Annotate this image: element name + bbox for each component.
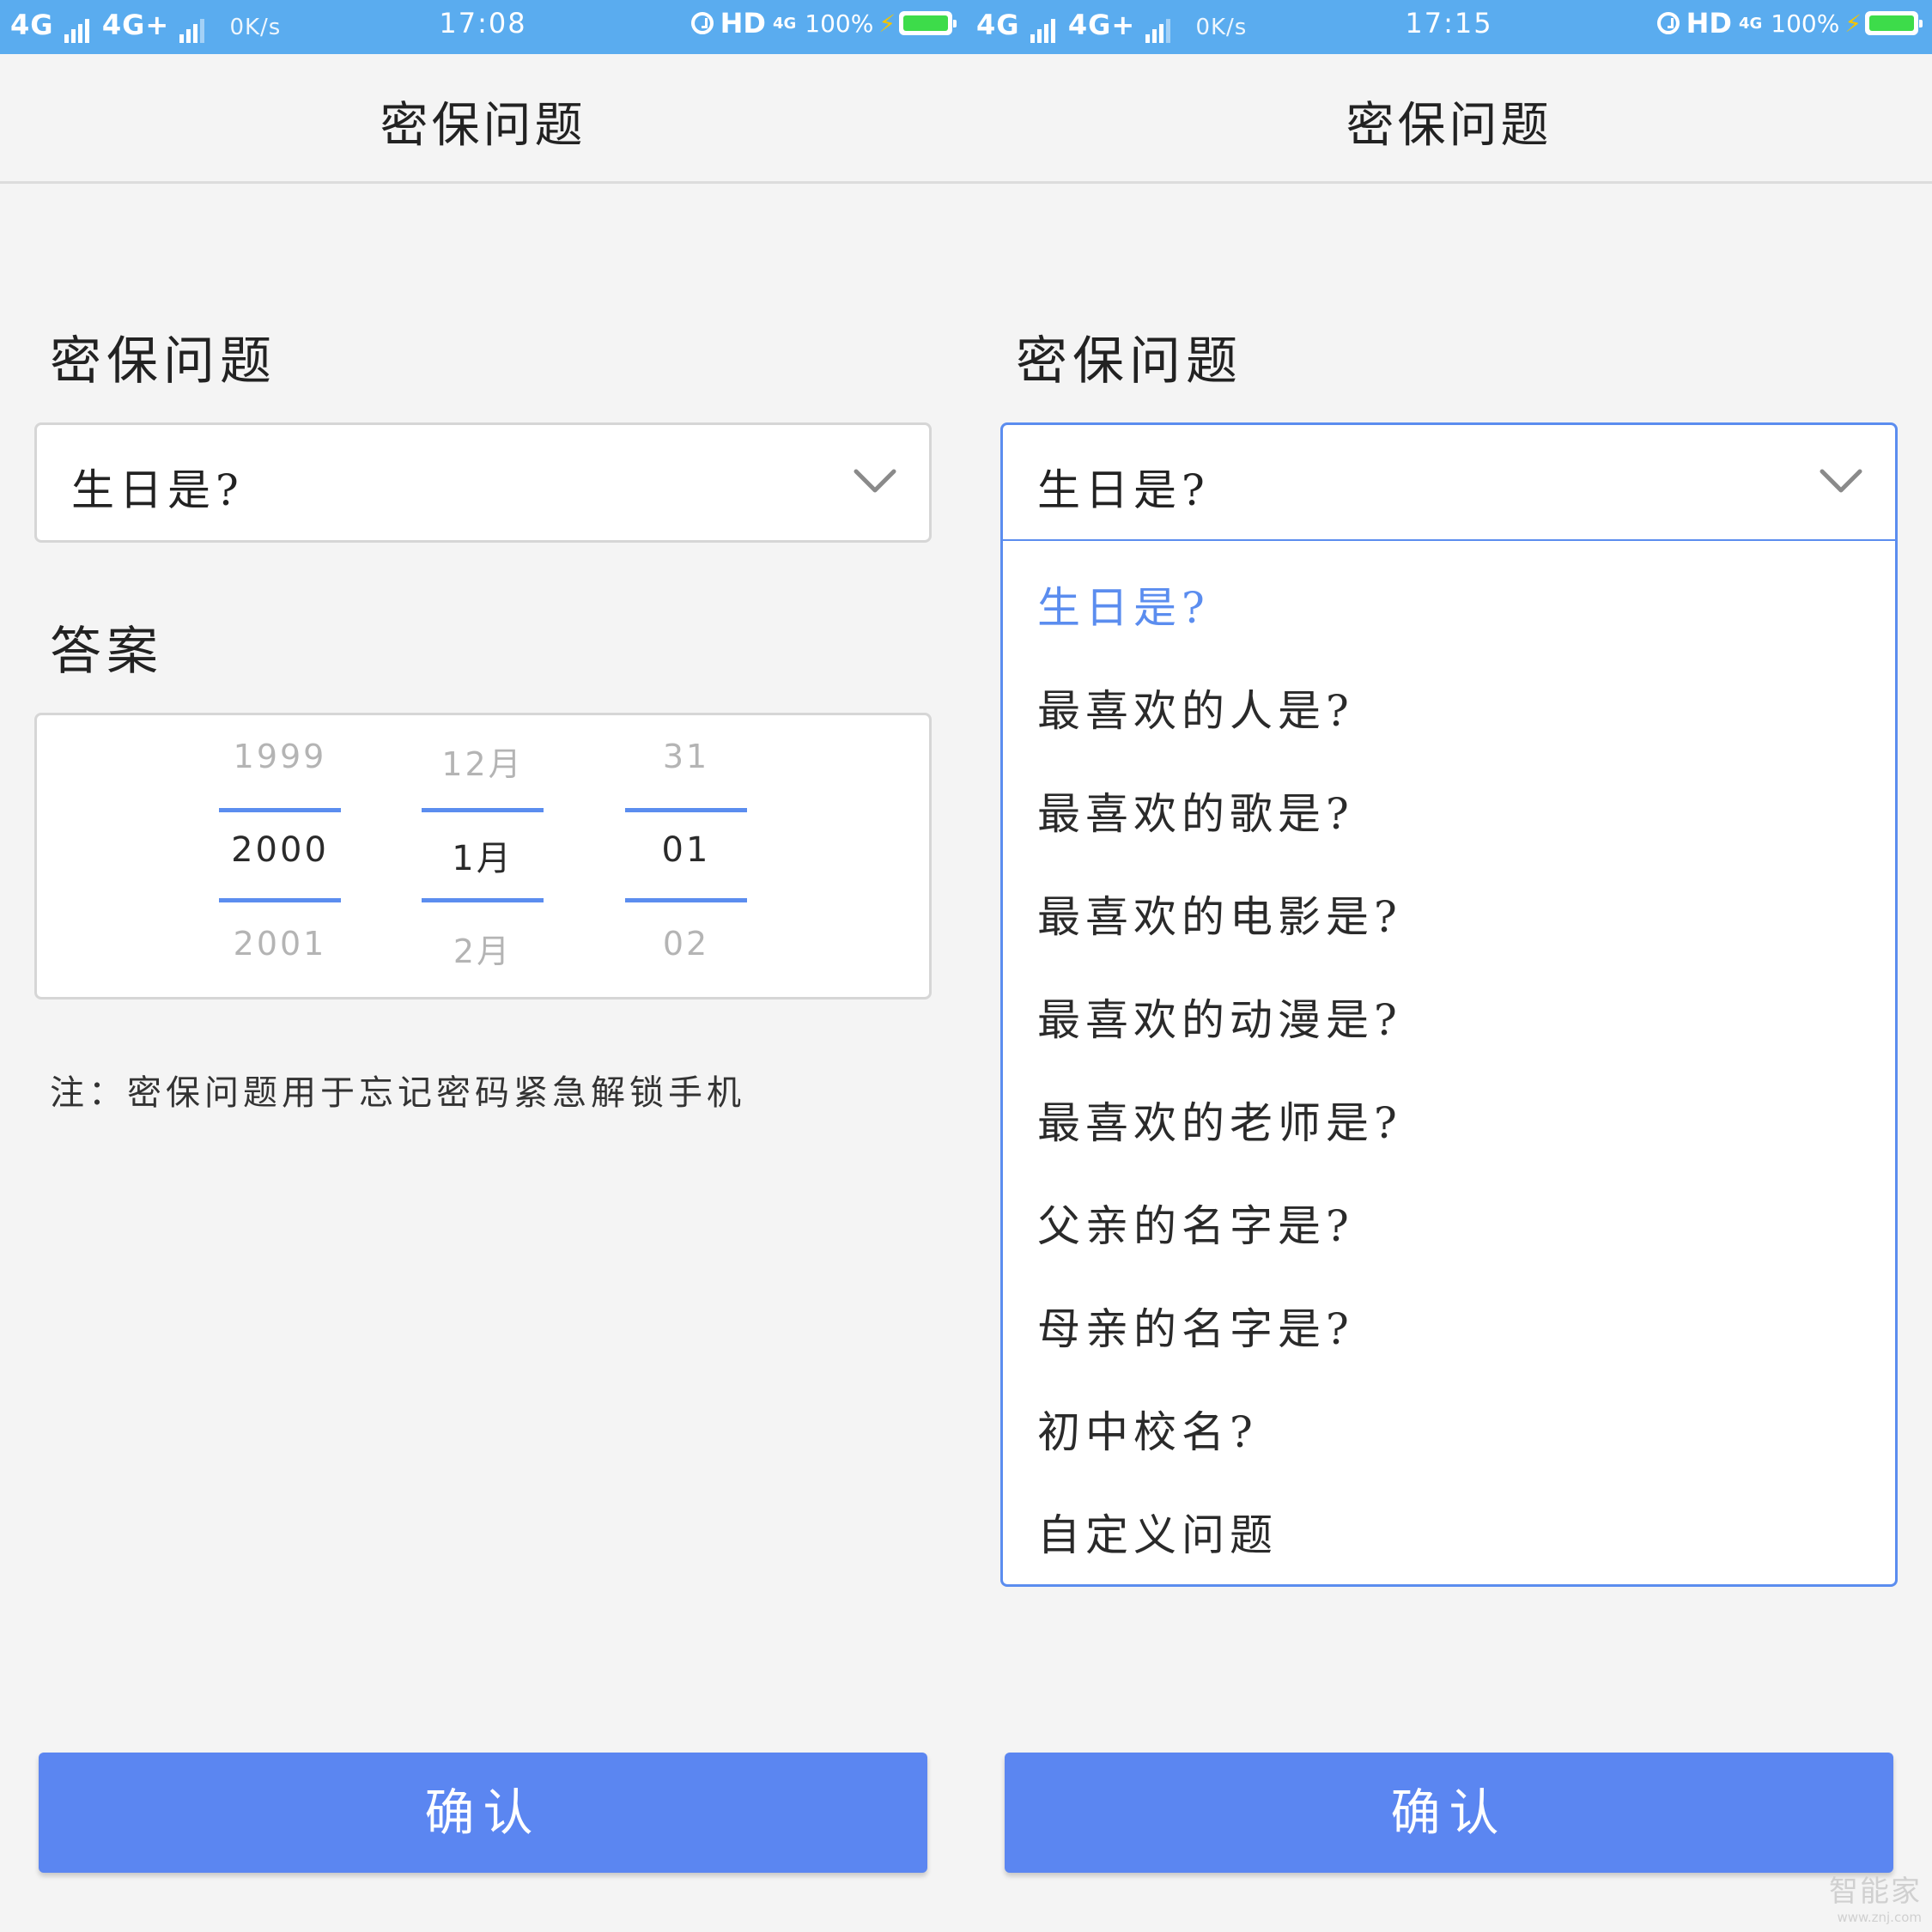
select-value: 生日是? [71, 465, 244, 515]
confirm-button[interactable]: 确认 [1005, 1753, 1893, 1873]
day-wheel[interactable]: 31 01 02 [625, 715, 747, 1002]
page-title: 密保问题 [380, 98, 586, 154]
watermark-logo: 智能家 [1829, 1874, 1922, 1909]
option-favorite-song[interactable]: 最喜欢的歌是? [1037, 780, 1354, 841]
option-mother-name[interactable]: 母亲的名字是? [1037, 1295, 1354, 1357]
confirm-button[interactable]: 确认 [39, 1753, 927, 1873]
select-value: 生日是? [1037, 465, 1210, 515]
page-title: 密保问题 [1346, 98, 1552, 154]
bolt-icon: ⚡ [878, 9, 896, 38]
option-middle-school[interactable]: 初中校名? [1037, 1398, 1258, 1460]
hd-indicator: HD [1686, 7, 1732, 39]
day-next[interactable]: 02 [625, 925, 747, 963]
data-network-indicator: 4G [772, 14, 797, 33]
picker-divider [625, 898, 747, 902]
status-right: HD 4G 100% ⚡ [1656, 7, 1923, 39]
option-birthday[interactable]: 生日是? [1037, 574, 1210, 635]
month-wheel[interactable]: 12月 1月 2月 [422, 715, 544, 1002]
year-wheel[interactable]: 1999 2000 2001 [219, 715, 341, 1002]
answer-label: 答案 [50, 622, 163, 682]
battery-icon [899, 11, 957, 35]
hd-indicator: HD [720, 7, 766, 39]
picker-divider [422, 898, 544, 902]
picker-divider [625, 808, 747, 812]
battery-percent: 100% [1771, 9, 1840, 38]
month-prev[interactable]: 12月 [422, 738, 544, 785]
option-favorite-movie[interactable]: 最喜欢的电影是? [1037, 883, 1402, 945]
day-prev[interactable]: 31 [625, 738, 747, 775]
chevron-down-icon [854, 469, 896, 493]
option-custom-question[interactable]: 自定义问题 [1037, 1501, 1278, 1563]
status-bar: 4G 4G+ 0K/s 17:15 HD 4G 100% ⚡ [966, 0, 1932, 54]
month-next[interactable]: 2月 [422, 925, 544, 972]
option-father-name[interactable]: 父亲的名字是? [1037, 1192, 1354, 1254]
option-favorite-person[interactable]: 最喜欢的人是? [1037, 677, 1354, 738]
question-select[interactable]: 生日是? [1000, 422, 1898, 541]
picker-divider [219, 808, 341, 812]
year-current[interactable]: 2000 [219, 830, 341, 870]
security-question-screen-dropdown: 4G 4G+ 0K/s 17:15 HD 4G 100% ⚡ 密保问题 密保问题… [966, 0, 1932, 1932]
title-bar: 密保问题 [0, 54, 966, 184]
watermark-url: www.znj.com [1837, 1910, 1922, 1925]
question-label: 密保问题 [50, 331, 276, 392]
date-picker[interactable]: 1999 2000 2001 12月 1月 2月 31 01 02 [34, 713, 932, 999]
alarm-icon [690, 12, 714, 34]
battery-percent: 100% [805, 9, 874, 38]
picker-divider [219, 898, 341, 902]
year-prev[interactable]: 1999 [219, 738, 341, 775]
option-favorite-anime[interactable]: 最喜欢的动漫是? [1037, 986, 1402, 1048]
day-current[interactable]: 01 [625, 830, 747, 870]
option-favorite-teacher[interactable]: 最喜欢的老师是? [1037, 1089, 1402, 1151]
bolt-icon: ⚡ [1844, 9, 1862, 38]
picker-divider [422, 808, 544, 812]
status-right: HD 4G 100% ⚡ [690, 7, 957, 39]
security-question-screen-answer: 4G 4G+ 0K/s 17:08 HD 4G 100% ⚡ 密保问题 密保问题… [0, 0, 966, 1932]
question-select[interactable]: 生日是? [34, 422, 932, 543]
watermark: 智能家 www.znj.com [1829, 1868, 1922, 1925]
question-options-list: 生日是? 最喜欢的人是? 最喜欢的歌是? 最喜欢的电影是? 最喜欢的动漫是? 最… [1000, 541, 1898, 1587]
alarm-icon [1656, 12, 1680, 34]
year-next[interactable]: 2001 [219, 925, 341, 963]
chevron-down-icon [1820, 469, 1862, 493]
title-bar: 密保问题 [966, 54, 1932, 184]
security-note: 注：密保问题用于忘记密码紧急解锁手机 [50, 1073, 745, 1113]
battery-icon [1865, 11, 1923, 35]
month-current[interactable]: 1月 [422, 830, 544, 880]
status-bar: 4G 4G+ 0K/s 17:08 HD 4G 100% ⚡ [0, 0, 966, 54]
data-network-indicator: 4G [1738, 14, 1763, 33]
question-label: 密保问题 [1016, 331, 1242, 392]
